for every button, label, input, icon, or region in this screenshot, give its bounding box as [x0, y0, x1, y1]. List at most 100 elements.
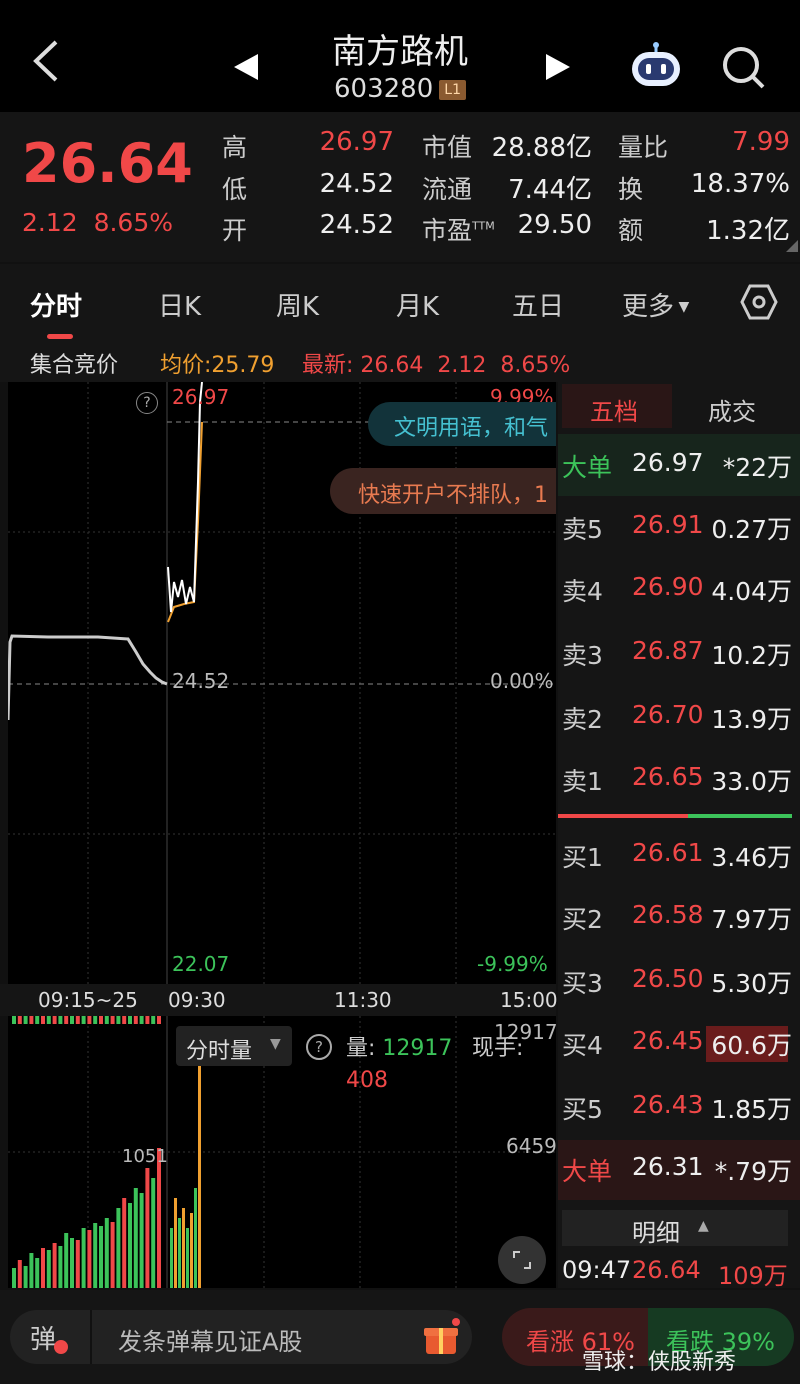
buy-level-label: 买2 — [562, 905, 603, 934]
trade-price: 26.64 — [632, 1256, 701, 1284]
time-label-close: 15:00 — [500, 988, 558, 1012]
time-label-noon: 11:30 — [334, 988, 392, 1012]
volume-bar — [190, 1213, 193, 1288]
buy-level-row[interactable]: 买4 26.45 60.6万 — [562, 1026, 792, 1066]
volume-top-bar — [35, 1016, 40, 1024]
float-cap-label: 流通 — [422, 175, 473, 204]
sell-level-row[interactable]: 卖4 26.90 4.04万 — [562, 572, 792, 612]
expand-up-icon: ▲ — [698, 1218, 709, 1234]
buy-level-price: 26.61 — [632, 838, 704, 867]
tab-intraday[interactable]: 分时 — [30, 286, 82, 323]
sell-level-volume: 4.04万 — [711, 577, 792, 606]
buy-level-row[interactable]: 买1 26.61 3.46万 — [562, 838, 792, 878]
low-value: 24.52 — [319, 169, 394, 199]
sell-level-volume: 13.9万 — [711, 705, 792, 734]
sell-level-label: 卖3 — [562, 641, 603, 670]
settings-hex-icon[interactable] — [740, 284, 778, 320]
amount-label: 额 — [618, 216, 644, 245]
prev-stock-icon[interactable] — [232, 52, 260, 82]
sell-level-row[interactable]: 卖5 26.91 0.27万 — [562, 510, 792, 550]
buy-level-row[interactable]: 大单 26.31 *.79万 — [562, 1152, 792, 1192]
volume-bar — [35, 1258, 40, 1288]
volume-bar — [170, 1228, 173, 1288]
volume-bar — [122, 1198, 127, 1288]
open-label: 开 — [222, 216, 248, 245]
volume-bar — [194, 1188, 197, 1288]
volume-bar — [87, 1230, 92, 1288]
buy-level-price: 26.43 — [632, 1090, 704, 1119]
help-icon[interactable]: ? — [136, 392, 158, 414]
volume-top-bar — [23, 1016, 28, 1024]
tab-more[interactable]: 更多 ▼ — [622, 286, 689, 323]
sell-level-row[interactable]: 卖1 26.65 33.0万 — [562, 762, 792, 802]
sell-level-price: 26.97 — [632, 448, 704, 477]
volume-top-bar — [139, 1016, 144, 1024]
volume-bar — [81, 1228, 86, 1288]
volume-type-selector[interactable]: 分时量 ▼ — [176, 1026, 292, 1066]
fullscreen-button[interactable] — [498, 1236, 546, 1284]
expand-corner-icon[interactable] — [786, 240, 798, 252]
volume-top-bar — [128, 1016, 132, 1024]
buy-level-price: 26.45 — [632, 1026, 704, 1055]
buy-level-volume: 5.30万 — [711, 969, 792, 998]
search-icon[interactable] — [720, 44, 766, 90]
sell-level-row[interactable]: 卖3 26.87 10.2万 — [562, 636, 792, 676]
time-label-auction: 09:15~25 — [38, 988, 138, 1012]
buy-level-volume: 1.85万 — [711, 1095, 792, 1124]
volume-top-bar — [93, 1016, 98, 1024]
tab-five-day[interactable]: 五日 — [512, 286, 564, 323]
sell-level-price: 26.91 — [632, 510, 704, 539]
danmu-input[interactable]: 弹 发条弹幕见证A股 — [10, 1310, 472, 1364]
tab-daily-k[interactable]: 日K — [158, 286, 201, 323]
sell-level-volume: *22万 — [722, 453, 792, 482]
pe-value: 29.50 — [517, 210, 592, 240]
tab-monthly-k[interactable]: 月K — [396, 286, 439, 323]
price-change: 2.12 8.65% — [22, 208, 173, 237]
volume-mid-label: 6459 — [506, 1134, 557, 1158]
buy-level-label: 买1 — [562, 843, 603, 872]
change-value: 2.12 — [22, 208, 78, 237]
buy-level-volume: 3.46万 — [711, 843, 792, 872]
high-label: 高 — [222, 133, 248, 162]
volume-top-bar — [58, 1016, 63, 1024]
tab-weekly-k[interactable]: 周K — [276, 286, 319, 323]
buy-level-row[interactable]: 买5 26.43 1.85万 — [562, 1090, 792, 1130]
float-cap-value: 7.44亿 — [508, 175, 592, 205]
volume-bar — [151, 1178, 156, 1288]
tab-trades[interactable]: 成交 — [708, 392, 756, 427]
sell-level-row[interactable]: 大单 26.97 *22万 — [562, 448, 792, 488]
pe-label: 市盈TTM — [422, 216, 495, 245]
price-line — [167, 382, 203, 613]
volume-bar — [157, 1148, 161, 1288]
detail-toggle[interactable]: 明细 ▲ — [562, 1210, 788, 1247]
volume-bar — [133, 1188, 138, 1288]
volume-bar — [58, 1246, 63, 1288]
buy-level-volume: 60.6万 — [711, 1031, 792, 1060]
buy-level-row[interactable]: 买3 26.50 5.30万 — [562, 964, 792, 1004]
volume-bar — [99, 1226, 103, 1288]
danmu-separator — [90, 1310, 92, 1364]
next-stock-icon[interactable] — [544, 52, 572, 82]
sell-level-label: 大单 — [562, 453, 613, 482]
volume-bar — [182, 1208, 185, 1288]
robot-assistant-icon[interactable] — [628, 42, 684, 90]
volume-top-bar — [81, 1016, 86, 1024]
volume-top-bar — [70, 1016, 74, 1024]
volume-top-bar — [99, 1016, 103, 1024]
sell-level-price: 26.90 — [632, 572, 704, 601]
turnover-label: 换 — [618, 175, 644, 204]
buy-level-price: 26.31 — [632, 1152, 704, 1181]
volume-ratio-label: 量比 — [618, 133, 669, 162]
volume-bar — [110, 1222, 115, 1288]
gift-icon[interactable] — [422, 1318, 460, 1356]
chart-base-price: 24.52 — [172, 669, 230, 693]
trade-time: 09:47 — [562, 1256, 632, 1284]
volume-help-icon[interactable]: ? — [306, 1034, 332, 1060]
chart-low-price: 22.07 — [172, 952, 230, 976]
tab-five-levels[interactable]: 五档 — [562, 384, 672, 428]
sell-level-volume: 10.2万 — [711, 641, 792, 670]
volume-top-bar — [75, 1016, 80, 1024]
active-tab-indicator — [47, 334, 73, 339]
sell-level-row[interactable]: 卖2 26.70 13.9万 — [562, 700, 792, 740]
buy-level-row[interactable]: 买2 26.58 7.97万 — [562, 900, 792, 940]
